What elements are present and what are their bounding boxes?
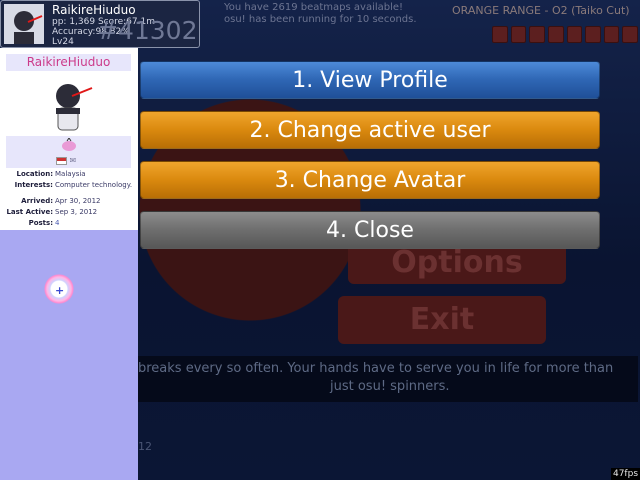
profile-flags-row: ✉	[6, 136, 131, 168]
tip-bar: breaks every so often. Your hands have t…	[138, 356, 638, 402]
flags: ✉	[56, 156, 76, 165]
user-card[interactable]: RaikireHiuduo pp: 1,369 Score:67.1m Accu…	[0, 0, 200, 48]
corner-digits: 12	[138, 440, 152, 453]
info-value: Computer technology.	[55, 181, 133, 189]
info-label: Posts:	[28, 219, 53, 227]
info-interests: Interests: Computer technology.	[0, 181, 138, 191]
view-profile-button[interactable]: 1. View Profile	[140, 61, 600, 99]
info-arrived: Arrived: Apr 30, 2012	[0, 197, 138, 207]
rank-overlay: #41302	[97, 16, 198, 45]
info-label: Location:	[16, 170, 53, 178]
now-playing-info: You have 2619 beatmaps available! osu! h…	[224, 2, 454, 26]
malaysia-flag-icon	[56, 156, 67, 165]
info-value: Sep 3, 2012	[55, 208, 98, 216]
cursor-crosshair-icon: +	[55, 284, 65, 297]
mail-icon[interactable]: ✉	[70, 156, 77, 165]
change-avatar-button[interactable]: 3. Change Avatar	[140, 161, 600, 199]
info-last-active: Last Active: Sep 3, 2012	[0, 208, 138, 218]
info-value: Apr 30, 2012	[55, 197, 101, 205]
profile-header: RaikireHiuduo ✉ Location: Malaysia Inter…	[0, 48, 138, 230]
profile-name: RaikireHiuduo	[6, 54, 131, 71]
tip-line-1: breaks every so often. Your hands have t…	[138, 361, 614, 376]
beatmap-count-text: You have 2619 beatmaps available!	[224, 2, 404, 13]
level: Lv24	[52, 37, 74, 47]
jump-icon	[603, 26, 620, 43]
prev-icon	[492, 26, 508, 43]
info-label: Arrived:	[21, 197, 53, 205]
next-icon	[566, 26, 583, 43]
profile-avatar	[6, 74, 131, 140]
info-location: Location: Malaysia	[0, 170, 138, 180]
background-exit-button: Exit	[338, 296, 546, 344]
music-controls	[492, 26, 638, 44]
info-value: Malaysia	[55, 170, 86, 178]
menu-icon	[622, 26, 638, 43]
avatar	[4, 4, 44, 44]
play-icon	[510, 26, 527, 43]
pause-icon	[529, 26, 545, 43]
tip-line-2: just osu! spinners.	[330, 379, 450, 394]
profile-badge-icon	[62, 138, 76, 151]
info-label: Last Active:	[6, 208, 53, 216]
fps-counter: 47fps	[611, 468, 640, 480]
info-label: Interests:	[14, 181, 53, 189]
username: RaikireHiuduo	[52, 3, 136, 17]
change-active-user-button[interactable]: 2. Change active user	[140, 111, 600, 149]
running-time-text: osu! has been running for 10 seconds.	[224, 14, 417, 25]
info-icon	[585, 26, 601, 43]
profile-panel: RaikireHiuduo ✉ Location: Malaysia Inter…	[0, 48, 138, 480]
current-song-title: ORANGE RANGE - O2 (Taiko Cut)	[452, 4, 630, 17]
info-posts: Posts: 4	[0, 219, 138, 229]
stop-icon	[547, 26, 564, 43]
close-button[interactable]: 4. Close	[140, 211, 600, 249]
info-value: 4	[55, 219, 60, 227]
